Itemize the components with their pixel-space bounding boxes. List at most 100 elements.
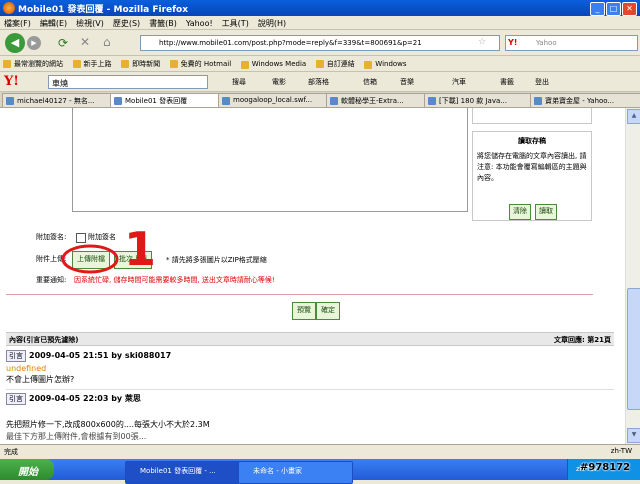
minimize-button[interactable]: _ bbox=[590, 2, 605, 16]
tab-3[interactable]: moogaloop_local.swf... bbox=[218, 93, 343, 107]
taskbar: 開始 Mobile01 發表回覆 - ... 未命名 - 小畫家 zh-TW bbox=[0, 459, 640, 484]
yahoo-car-link[interactable]: 汽車 bbox=[452, 77, 466, 87]
yahoo-logout-link[interactable]: 登出 bbox=[535, 77, 549, 87]
reload-icon[interactable]: ⟳ bbox=[58, 36, 68, 50]
draft-panel: 讀取存稿 將您儲存在電腦的文章內容讀出, 請注意: 本功能會覆寫編輯區的主題與內… bbox=[472, 131, 592, 221]
taskbar-item-paint[interactable]: 未命名 - 小畫家 bbox=[238, 461, 353, 484]
tab-5[interactable]: [下載] 180 款 Java... bbox=[424, 93, 547, 107]
tab-favicon bbox=[114, 97, 122, 105]
stop-icon[interactable]: ✕ bbox=[80, 35, 90, 49]
scroll-up-icon[interactable]: ▲ bbox=[627, 109, 640, 124]
posts-header-right: 文章回應: 第21頁 bbox=[554, 336, 611, 344]
tab-favicon bbox=[534, 97, 542, 105]
tab-label: 軟體秘學王-Extra... bbox=[341, 97, 404, 105]
draft-title: 讀取存稿 bbox=[518, 137, 546, 145]
taskbar-item-firefox[interactable]: Mobile01 發表回覆 - ... bbox=[125, 461, 240, 484]
tab-label: moogaloop_local.swf... bbox=[233, 96, 313, 104]
back-button[interactable]: ◀ bbox=[5, 33, 25, 53]
forward-button[interactable]: ▶ bbox=[27, 36, 41, 50]
post-meta: 2009-04-05 22:03 by 萊思 bbox=[29, 394, 141, 403]
navigation-toolbar: ◀ ▶ ⟳ ✕ ⌂ http://www.mobile01.com/post.p… bbox=[0, 30, 640, 56]
post-body-continued: 最佳下方那上傳附件,會根據有到00張... bbox=[6, 432, 147, 441]
tab-strip: michael40127 - 無名... Mobile01 發表回覆 mooga… bbox=[0, 92, 640, 108]
yahoo-mail-link[interactable]: 信箱 bbox=[363, 77, 377, 87]
tab-favicon bbox=[428, 97, 436, 105]
tab-1[interactable]: michael40127 - 無名... bbox=[2, 93, 127, 107]
yahoo-search-icon[interactable]: Y! bbox=[508, 38, 517, 47]
post-meta: 2009-04-05 21:51 by ski088017 bbox=[29, 351, 172, 360]
post-body: 先把照片修一下,改成800x600的....每張大小不大於2.3M bbox=[6, 420, 210, 429]
menu-view[interactable]: 檢視(V) bbox=[72, 16, 109, 29]
post-body: 不會上傳圖片怎辦? bbox=[6, 375, 75, 384]
firefox-icon bbox=[3, 2, 15, 14]
home-icon[interactable]: ⌂ bbox=[103, 35, 111, 49]
quote-button[interactable]: 引言 bbox=[6, 350, 26, 362]
status-bar: 完成 zh-TW bbox=[0, 444, 640, 459]
tab-label: [下載] 180 款 Java... bbox=[439, 97, 507, 105]
yahoo-bookmarks-link[interactable]: 書籤 bbox=[500, 77, 514, 87]
scroll-down-icon[interactable]: ▼ bbox=[627, 428, 640, 443]
menu-file[interactable]: 檔案(F) bbox=[0, 16, 36, 29]
start-button[interactable]: 開始 bbox=[0, 459, 54, 480]
menu-tools[interactable]: 工具(T) bbox=[218, 16, 254, 29]
tab-6[interactable]: 寶弟寶金屋 - Yahoo... bbox=[530, 93, 640, 107]
tab-favicon bbox=[6, 97, 14, 105]
yahoo-search-button[interactable]: 搜尋 bbox=[232, 77, 246, 87]
yahoo-query-input[interactable]: 車燒 bbox=[48, 75, 208, 89]
menu-bookmarks[interactable]: 書籤(B) bbox=[145, 16, 182, 29]
clear-button[interactable]: 清除 bbox=[509, 204, 531, 220]
yahoo-toolbar: Y! 車燒 搜尋 電影 部落格 信箱 音樂 汽車 書籤 登出 bbox=[0, 72, 640, 92]
divider bbox=[6, 389, 614, 390]
vertical-scrollbar[interactable]: ▲ ▼ bbox=[625, 108, 640, 444]
tab-label: michael40127 - 無名... bbox=[17, 97, 95, 105]
bookmark-item[interactable]: 即時新聞 bbox=[118, 56, 164, 69]
bookmark-item[interactable]: 新手上路 bbox=[70, 56, 116, 69]
bookmarks-bar: 最常瀏覽的網站 新手上路 即時新聞 免費的 Hotmail Windows Me… bbox=[0, 56, 640, 72]
search-input[interactable]: Yahoo bbox=[505, 35, 638, 51]
bookmark-item[interactable]: Windows bbox=[361, 57, 410, 69]
attachment-note: * 請先將多張圖片以ZIP格式壓縮 bbox=[166, 256, 267, 264]
menu-edit[interactable]: 編輯(E) bbox=[36, 16, 72, 29]
yahoo-movie-link[interactable]: 電影 bbox=[272, 77, 286, 87]
side-panel bbox=[472, 108, 592, 124]
window-title-bar: Mobile01 發表回覆 - Mozilla Firefox _ □ ✕ bbox=[0, 0, 640, 16]
menu-bar: 檔案(F) 編輯(E) 檢視(V) 歷史(S) 書籤(B) Yahoo! 工具(T) 說明(H… bbox=[0, 16, 640, 30]
bookmark-item[interactable]: Windows Media bbox=[238, 57, 311, 69]
post-item: 引言 2009-04-05 21:51 by ski088017 undefine… bbox=[6, 350, 614, 385]
red-annotation-number: 1 bbox=[124, 222, 157, 276]
tab-2-active[interactable]: Mobile01 發表回覆 bbox=[110, 93, 235, 107]
tab-favicon bbox=[330, 97, 338, 105]
post-body-textarea[interactable] bbox=[72, 108, 468, 212]
tab-favicon bbox=[222, 97, 230, 105]
close-button[interactable]: ✕ bbox=[622, 2, 637, 16]
scrollbar-thumb[interactable] bbox=[627, 288, 640, 410]
bookmark-star-icon[interactable]: ☆ bbox=[478, 37, 486, 47]
status-text: 完成 bbox=[4, 448, 18, 456]
yahoo-music-link[interactable]: 音樂 bbox=[400, 77, 414, 87]
yahoo-blog-link[interactable]: 部落格 bbox=[308, 77, 329, 87]
menu-help[interactable]: 說明(H) bbox=[254, 16, 291, 29]
post-sub: undefined bbox=[6, 364, 47, 373]
load-button[interactable]: 讀取 bbox=[535, 204, 557, 220]
quote-button[interactable]: 引言 bbox=[6, 393, 26, 405]
yahoo-logo[interactable]: Y! bbox=[4, 74, 19, 89]
window-title: Mobile01 發表回覆 - Mozilla Firefox bbox=[18, 5, 189, 15]
post-item: 引言 2009-04-05 22:03 by 萊思 先把照片修一下,改成800x6… bbox=[6, 393, 614, 442]
page-content: 讀取存稿 將您儲存在電腦的文章內容讀出, 請注意: 本功能會覆寫編輯區的主題與內… bbox=[0, 108, 625, 444]
menu-history[interactable]: 歷史(S) bbox=[109, 16, 145, 29]
draft-description: 將您儲存在電腦的文章內容讀出, 請注意: 本功能會覆寫編輯區的主題與內容。 bbox=[477, 152, 587, 182]
preview-button[interactable]: 預覽 bbox=[292, 302, 316, 320]
maximize-button[interactable]: □ bbox=[606, 2, 621, 16]
tab-label: Mobile01 發表回覆 bbox=[125, 97, 188, 105]
locale-indicator: zh-TW bbox=[610, 447, 632, 455]
url-input[interactable]: http://www.mobile01.com/post.php?mode=re… bbox=[140, 35, 500, 51]
submit-button[interactable]: 確定 bbox=[316, 302, 340, 320]
posts-header-left: 內容(引言已預先濾除) bbox=[9, 336, 79, 344]
divider bbox=[6, 294, 593, 295]
bookmark-item[interactable]: 最常瀏覽的網站 bbox=[0, 56, 67, 69]
posts-header: 內容(引言已預先濾除) 文章回應: 第21頁 bbox=[6, 332, 614, 346]
menu-yahoo[interactable]: Yahoo! bbox=[182, 17, 218, 28]
bookmark-item[interactable]: 免費的 Hotmail bbox=[167, 56, 236, 69]
bookmark-item[interactable]: 自訂連結 bbox=[313, 56, 359, 69]
watermark: #978172 bbox=[580, 462, 631, 473]
